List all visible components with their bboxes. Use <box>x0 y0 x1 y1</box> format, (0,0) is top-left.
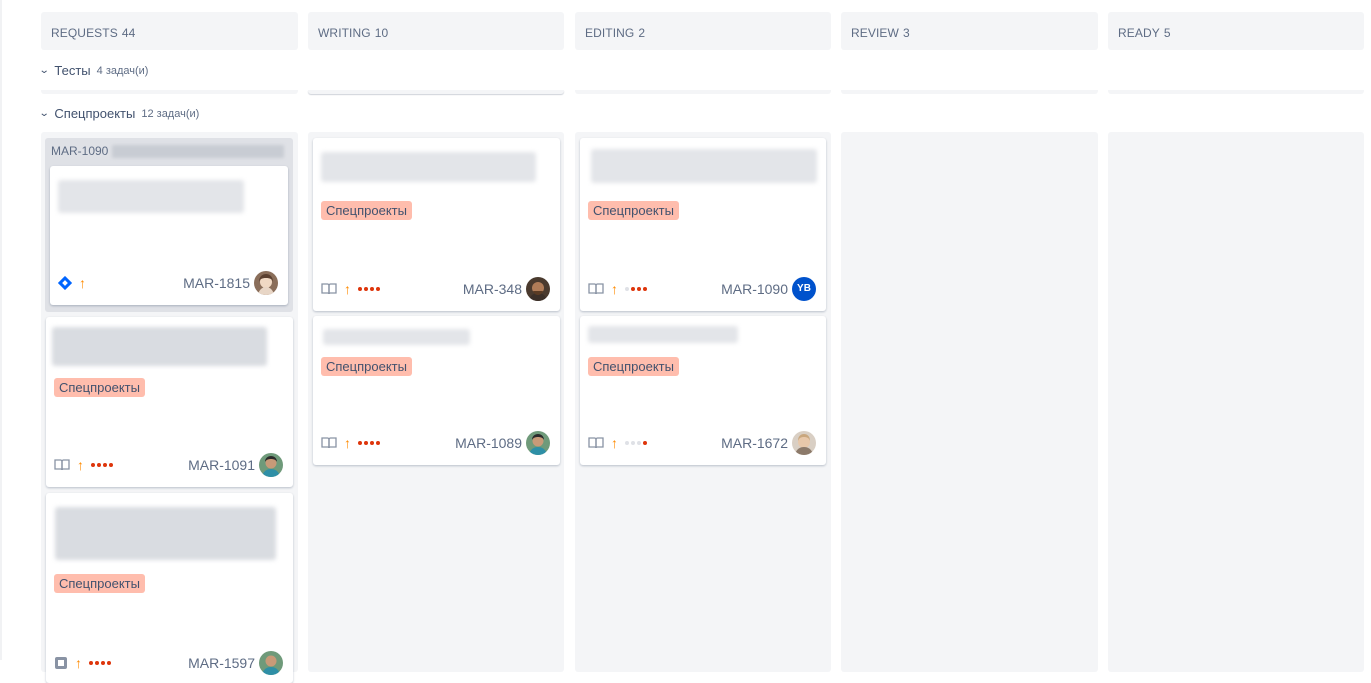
column-header-editing[interactable]: EDITING 2 <box>575 12 831 50</box>
issue-card[interactable]: Спецпроекты ↑ MAR-1089 <box>313 316 560 465</box>
issue-card[interactable]: Спецпроекты ↑ MAR-1091 <box>46 317 293 487</box>
column-header-ready[interactable]: READY 5 <box>1108 12 1364 50</box>
card-summary <box>591 149 817 183</box>
page-left-border <box>0 0 2 660</box>
card-label: Спецпроекты <box>321 357 412 376</box>
swimlane-collapsed-strip <box>41 90 298 94</box>
card-footer: ↑ MAR-1672 <box>588 431 818 455</box>
priority-high-icon: ↑ <box>344 435 351 451</box>
assignee-avatar[interactable] <box>792 431 816 455</box>
column-count: 44 <box>121 26 136 40</box>
card-footer: ↑ MAR-348 <box>321 277 552 301</box>
card-summary <box>58 180 244 213</box>
parent-issue-summary <box>112 145 284 158</box>
card-summary <box>55 507 276 560</box>
column-header-writing[interactable]: WRITING 10 <box>308 12 564 50</box>
issue-key[interactable]: MAR-1090 <box>721 281 788 297</box>
issue-key[interactable]: MAR-1815 <box>183 275 250 291</box>
card-footer: ↑ MAR-1089 <box>321 431 552 455</box>
priority-high-icon: ↑ <box>77 457 84 473</box>
estimate-dots-icon <box>358 441 380 445</box>
parent-issue-key[interactable]: MAR-1090 <box>51 144 108 158</box>
column-count: 3 <box>902 26 910 40</box>
column-count: 5 <box>1163 26 1171 40</box>
column-title: EDITING <box>585 26 635 40</box>
issue-card[interactable]: Спецпроекты ↑ MAR-348 <box>313 138 560 311</box>
priority-high-icon: ↑ <box>611 435 618 451</box>
card-footer: ↑ MAR-1815 <box>58 271 280 295</box>
card-summary <box>52 327 267 366</box>
card-label: Спецпроекты <box>321 201 412 220</box>
column-title: REQUESTS <box>51 26 118 40</box>
priority-high-icon: ↑ <box>344 281 351 297</box>
card-summary <box>323 329 470 345</box>
issue-card[interactable]: Спецпроекты ↑ MAR-1597 <box>46 493 293 683</box>
swimlane-title: Спецпроекты <box>54 106 136 121</box>
column-ready <box>1108 132 1364 672</box>
card-summary <box>588 326 738 343</box>
issue-key[interactable]: MAR-1089 <box>455 435 522 451</box>
swimlane-count: 12 задач(и) <box>141 107 200 120</box>
assignee-avatar[interactable] <box>254 271 278 295</box>
card-footer: ↑ MAR-1597 <box>54 651 285 675</box>
task-icon <box>54 656 68 670</box>
swimlane-title: Тесты <box>54 63 91 78</box>
story-book-icon <box>321 437 337 449</box>
card-summary <box>321 152 536 182</box>
swimlane-collapsed-strip <box>308 90 564 94</box>
card-label: Спецпроекты <box>588 357 679 376</box>
issue-card[interactable]: Спецпроекты ↑ MAR-1090 YB <box>580 138 826 311</box>
issue-key[interactable]: MAR-348 <box>463 281 522 297</box>
estimate-dots-icon <box>89 661 111 665</box>
column-review <box>841 132 1098 672</box>
column-title: READY <box>1118 26 1160 40</box>
card-label: Спецпроекты <box>588 201 679 220</box>
column-title: REVIEW <box>851 26 899 40</box>
column-count: 10 <box>374 26 389 40</box>
story-book-icon <box>321 283 337 295</box>
story-book-icon <box>54 459 70 471</box>
story-book-icon <box>588 437 604 449</box>
column-header-review[interactable]: REVIEW 3 <box>841 12 1098 50</box>
issue-key[interactable]: MAR-1597 <box>188 655 255 671</box>
swimlane-collapsed-strip <box>1108 90 1364 94</box>
card-label: Спецпроекты <box>54 378 145 397</box>
issue-card[interactable]: ↑ MAR-1815 <box>50 166 288 305</box>
swimlane-collapsed-strip <box>575 90 831 94</box>
issue-card[interactable]: Спецпроекты ↑ MAR-1672 <box>580 316 826 465</box>
card-footer: ↑ MAR-1091 <box>54 453 285 477</box>
chevron-down-icon[interactable]: ⌄ <box>39 108 50 119</box>
card-footer: ↑ MAR-1090 YB <box>588 277 818 301</box>
column-count: 2 <box>638 26 646 40</box>
assignee-avatar[interactable]: YB <box>792 277 816 301</box>
swimlane-header-specprojects[interactable]: ⌄ Спецпроекты 12 задач(и) <box>39 106 200 121</box>
swimlane-count: 4 задач(и) <box>96 64 149 77</box>
priority-high-icon: ↑ <box>611 281 618 297</box>
issue-key[interactable]: MAR-1091 <box>188 457 255 473</box>
assignee-avatar[interactable] <box>526 277 550 301</box>
subtask-icon <box>58 276 72 290</box>
estimate-dots-icon <box>625 441 647 445</box>
swimlane-collapsed-strip <box>841 90 1098 94</box>
estimate-dots-icon <box>91 463 113 467</box>
story-book-icon <box>588 283 604 295</box>
estimate-dots-icon <box>358 287 380 291</box>
assignee-avatar[interactable] <box>259 651 283 675</box>
priority-high-icon: ↑ <box>75 655 82 671</box>
column-header-requests[interactable]: REQUESTS 44 <box>41 12 298 50</box>
column-title: WRITING <box>318 26 371 40</box>
assignee-avatar[interactable] <box>259 453 283 477</box>
card-label: Спецпроекты <box>54 574 145 593</box>
chevron-down-icon[interactable]: ⌄ <box>39 65 50 76</box>
swimlane-header-tests[interactable]: ⌄ Тесты 4 задач(и) <box>39 63 149 78</box>
assignee-avatar[interactable] <box>526 431 550 455</box>
priority-high-icon: ↑ <box>79 275 86 291</box>
issue-key[interactable]: MAR-1672 <box>721 435 788 451</box>
estimate-dots-icon <box>625 287 647 291</box>
